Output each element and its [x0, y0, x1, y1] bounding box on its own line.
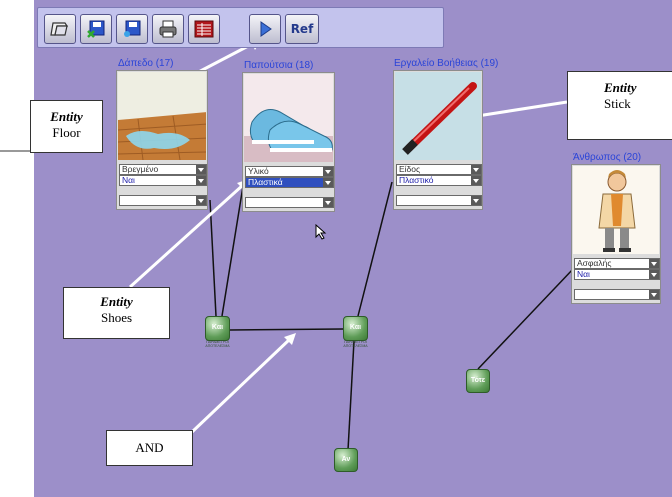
entity-person-title: Άνθρωπος (20): [573, 152, 642, 163]
person-extra-dropdown[interactable]: [574, 289, 660, 300]
play-icon: [260, 21, 272, 37]
floor-attribute-dropdown[interactable]: Βρεγμένο: [119, 164, 207, 175]
save-icon: [87, 20, 105, 38]
stick-callout-text: Stick: [604, 96, 631, 111]
stick-callout-title: Entity: [604, 80, 637, 95]
entity-floor-panel[interactable]: Βρεγμένο Ναι: [116, 70, 208, 210]
shoes-value-dropdown[interactable]: Πλαστικά: [245, 177, 334, 188]
callout-arrow-and: [190, 337, 292, 434]
print-icon: [159, 20, 177, 38]
mouse-cursor-icon: [315, 224, 327, 240]
new-document-icon: [50, 22, 69, 36]
connector-and2-if: [347, 340, 355, 451]
connector-tool-and2: [357, 181, 393, 317]
chevron-down-icon: [471, 165, 481, 174]
stick-callout: Entity Stick: [567, 71, 672, 140]
print-button[interactable]: [152, 14, 184, 44]
run-button[interactable]: [249, 14, 281, 44]
entity-person-panel[interactable]: Ασφαλής Ναι: [571, 164, 661, 304]
chevron-down-icon: [649, 290, 659, 299]
chevron-down-icon: [323, 198, 333, 207]
person-image: [573, 166, 659, 254]
wet-floor-image: [118, 72, 206, 160]
entity-shoes-panel[interactable]: Υλικό Πλαστικά: [242, 72, 335, 212]
shoes-callout: Entity Shoes: [63, 287, 170, 339]
if-node[interactable]: Αν: [334, 448, 358, 472]
then-node[interactable]: Τότε: [466, 369, 490, 393]
and-node-1-sublabel: ΠΑΡΑΜΕΤΡΟΙ ΑΠΟΤΕΛΕΣΜΑ: [205, 340, 230, 348]
and-callout-text: AND: [135, 440, 164, 455]
chevron-down-icon: [649, 270, 659, 279]
floor-callout-title: Entity: [50, 109, 83, 124]
new-document-button[interactable]: [44, 14, 76, 44]
chevron-down-icon: [471, 176, 481, 185]
person-attribute-dropdown[interactable]: Ασφαλής: [574, 258, 660, 269]
floor-extra-dropdown[interactable]: [119, 195, 207, 206]
chevron-down-icon: [196, 196, 206, 205]
chevron-down-icon: [471, 196, 481, 205]
shoes-extra-dropdown[interactable]: [245, 197, 334, 208]
shoes-callout-title: Entity: [100, 294, 133, 309]
chevron-down-icon: [196, 176, 206, 185]
and-node-1[interactable]: Και ΠΑΡΑΜΕΤΡΟΙ ΑΠΟΤΕΛΕΣΜΑ: [205, 316, 230, 348]
and-node-2-sublabel: ΠΑΡΑΜΕΤΡΟΙ ΑΠΟΤΕΛΕΣΜΑ: [343, 340, 368, 348]
chevron-down-icon: [323, 178, 333, 187]
floor-value-dropdown[interactable]: Ναι: [119, 175, 207, 186]
table-button[interactable]: [188, 14, 220, 44]
save-button[interactable]: [80, 14, 112, 44]
chevron-down-icon: [649, 259, 659, 268]
person-value-dropdown[interactable]: Ναι: [574, 269, 660, 280]
table-icon: [194, 20, 214, 38]
connector-person-then: [477, 267, 575, 370]
entity-tool-panel[interactable]: Είδος Πλαστικό: [393, 70, 483, 210]
if-node-label: Αν: [341, 456, 351, 463]
toolbar: Ref: [37, 7, 444, 48]
stick-image: [395, 72, 481, 160]
tool-value-dropdown[interactable]: Πλαστικό: [396, 175, 482, 186]
connector-floor-and1: [209, 199, 217, 317]
shoes-attribute-dropdown[interactable]: Υλικό: [245, 166, 334, 177]
connector-and1-and2: [229, 328, 344, 331]
sneakers-image: [244, 74, 333, 162]
floor-callout-text: Floor: [52, 125, 81, 140]
entity-tool-title: Εργαλείο Βοήθειας (19): [394, 58, 499, 69]
save-as-button[interactable]: [116, 14, 148, 44]
chevron-down-icon: [323, 167, 333, 176]
save-as-icon: [124, 20, 141, 37]
shoes-callout-text: Shoes: [100, 310, 133, 325]
and-node-1-label: Και: [211, 324, 224, 331]
and-node-2[interactable]: Και ΠΑΡΑΜΕΤΡΟΙ ΑΠΟΤΕΛΕΣΜΑ: [343, 316, 368, 348]
then-node-label: Τότε: [470, 377, 486, 384]
tool-attribute-dropdown[interactable]: Είδος: [396, 164, 482, 175]
ref-button[interactable]: Ref: [285, 14, 319, 44]
chevron-down-icon: [196, 165, 206, 174]
tool-extra-dropdown[interactable]: [396, 195, 482, 206]
ref-label: Ref: [290, 22, 314, 36]
and-callout: AND: [106, 430, 193, 466]
entity-floor-title: Δάπεδο (17): [118, 58, 174, 69]
and-node-2-label: Και: [349, 324, 362, 331]
entity-shoes-title: Παπούτσια (18): [244, 60, 314, 71]
floor-callout: Entity Floor: [30, 100, 103, 153]
